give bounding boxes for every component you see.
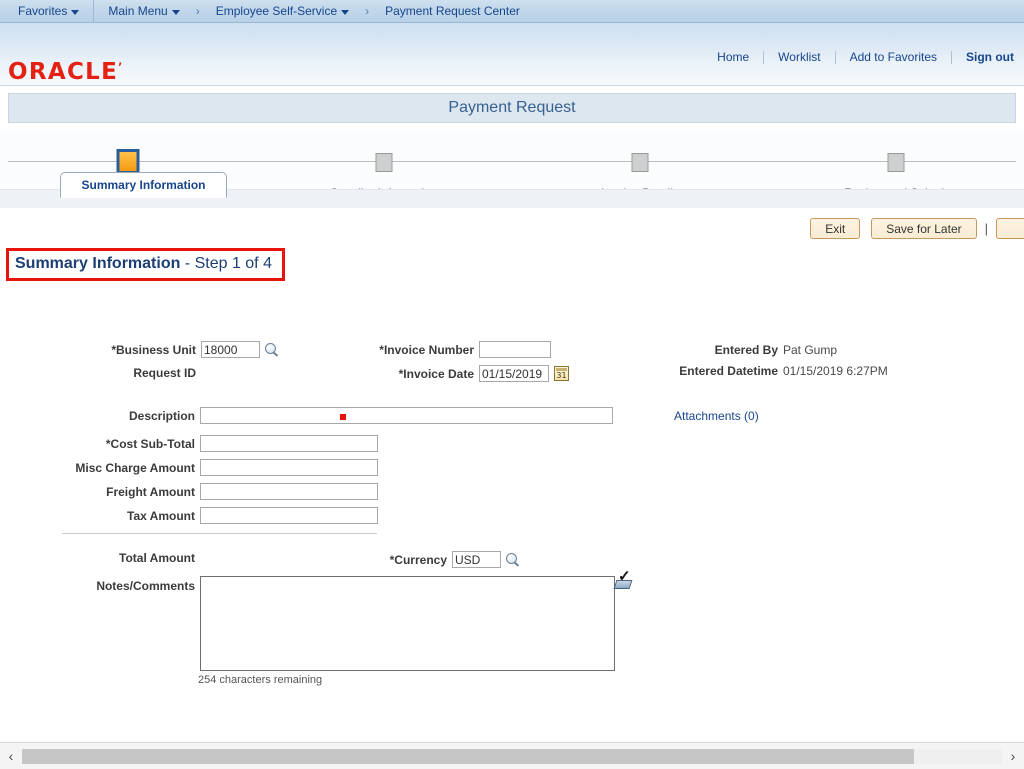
field-invoice-number: *Invoice Number <box>369 341 551 358</box>
chevron-down-icon <box>171 9 180 15</box>
invoice-number-input[interactable] <box>479 341 551 358</box>
business-unit-label: *Business Unit <box>111 342 196 357</box>
freight-input[interactable] <box>200 483 378 500</box>
scrollbar-thumb[interactable] <box>22 748 914 764</box>
oracle-logo: ORACLE’ <box>8 61 122 84</box>
main-menu[interactable]: Main Menu <box>100 4 187 18</box>
section-heading-highlight: Summary Information - Step 1 of 4 <box>6 248 285 281</box>
calendar-icon[interactable] <box>554 366 569 381</box>
currency-label: *Currency <box>389 552 447 567</box>
description-label: Description <box>128 408 195 423</box>
nav-divider <box>93 0 95 22</box>
step-marker-icon <box>631 153 649 172</box>
required-marker-icon <box>340 414 346 420</box>
cost-subtotal-input[interactable] <box>200 435 378 452</box>
train-band: Summary Information <box>0 172 1024 208</box>
invoice-date-label: *Invoice Date <box>398 366 474 381</box>
brand-header: ORACLE’ Home Worklist Add to Favorites S… <box>0 23 1024 86</box>
request-id-label: Request ID <box>133 366 196 380</box>
description-input[interactable] <box>200 407 613 424</box>
step-marker-icon <box>887 153 905 172</box>
notes-label: Notes/Comments <box>96 579 195 593</box>
breadcrumb-employee-self-service[interactable]: Employee Self-Service <box>208 4 357 18</box>
oracle-logo-text: ORACLE <box>8 59 119 85</box>
currency-input[interactable] <box>452 551 501 568</box>
spell-check-mark: ✓ <box>618 568 631 585</box>
home-link[interactable]: Home <box>703 50 763 64</box>
tab-label: Summary Information <box>81 178 206 192</box>
breadcrumb-chevron-icon: › <box>365 4 370 18</box>
freight-label: Freight Amount <box>106 484 195 499</box>
misc-charge-label: Misc Charge Amount <box>75 460 195 475</box>
field-entered-by: Entered By Pat Gump <box>700 343 837 357</box>
scrollbar-track[interactable] <box>22 748 1002 764</box>
notes-textarea[interactable] <box>200 576 615 671</box>
field-notes-comments: Notes/Comments ✓ <box>85 568 633 671</box>
field-request-id: Request ID <box>96 366 201 380</box>
characters-remaining: 254 characters remaining <box>198 674 323 686</box>
entered-by-label: Entered By <box>714 343 778 357</box>
tab-summary-information[interactable]: Summary Information <box>60 172 227 198</box>
train-connector-line <box>8 161 1016 162</box>
attachments-row: Attachments (0) <box>674 409 759 423</box>
field-total-amount: Total Amount <box>63 551 200 565</box>
page-title: Payment Request <box>448 99 576 116</box>
worklist-link[interactable]: Worklist <box>764 50 834 64</box>
save-for-later-button-top[interactable]: Save for Later <box>871 218 977 239</box>
toolbar-separator: | <box>984 221 988 236</box>
total-amount-label: Total Amount <box>119 551 195 565</box>
sign-out-link[interactable]: Sign out <box>952 50 1014 64</box>
breadcrumb-label-2: Payment Request Center <box>385 4 520 18</box>
summary-information-form: *Business Unit Request ID *Invoice Numbe… <box>0 301 1024 701</box>
favorites-menu[interactable]: Favorites <box>10 4 87 18</box>
add-to-favorites-link[interactable]: Add to Favorites <box>836 50 951 64</box>
field-cost-subtotal: *Cost Sub-Total <box>98 435 378 452</box>
chevron-down-icon <box>71 9 80 15</box>
invoice-date-input[interactable] <box>479 365 549 382</box>
field-tax-amount: Tax Amount <box>63 507 378 524</box>
cost-subtotal-label: *Cost Sub-Total <box>105 436 195 451</box>
totals-divider <box>62 533 377 534</box>
breadcrumb-label-1: Employee Self-Service <box>215 4 338 18</box>
spell-check-icon[interactable]: ✓ <box>613 568 633 589</box>
invoice-number-label: *Invoice Number <box>379 342 474 357</box>
field-invoice-date: *Invoice Date <box>369 365 569 382</box>
field-currency: *Currency <box>383 551 520 568</box>
search-icon[interactable] <box>506 552 520 567</box>
step-marker-active-icon <box>116 149 140 174</box>
section-heading-title: Summary Information <box>15 255 181 272</box>
toolbar-top: Exit Save for Later | Next <box>0 218 1024 239</box>
scroll-left-arrow-icon[interactable]: ‹ <box>0 748 22 764</box>
tax-input[interactable] <box>200 507 378 524</box>
search-icon[interactable] <box>265 342 279 357</box>
main-menu-label: Main Menu <box>108 4 168 18</box>
favorites-label: Favorites <box>18 4 68 18</box>
entered-datetime-label: Entered Datetime <box>679 364 778 378</box>
exit-button-top[interactable]: Exit <box>810 218 861 239</box>
scroll-right-arrow-icon[interactable]: › <box>1002 748 1024 764</box>
horizontal-scrollbar[interactable]: ‹ › <box>0 742 1024 769</box>
tax-label: Tax Amount <box>127 508 195 523</box>
field-entered-datetime: Entered Datetime 01/15/2019 6:27PM <box>666 364 888 378</box>
business-unit-input[interactable] <box>201 341 260 358</box>
oracle-logo-tick: ’ <box>118 60 123 74</box>
field-business-unit: *Business Unit <box>96 341 279 358</box>
field-misc-charge-amount: Misc Charge Amount <box>63 459 378 476</box>
next-button-top[interactable]: Next <box>996 218 1024 239</box>
page-title-bar: Payment Request <box>8 93 1016 123</box>
field-freight-amount: Freight Amount <box>63 483 378 500</box>
entered-datetime-value: 01/15/2019 6:27PM <box>783 364 888 378</box>
breadcrumb-nav-bar: Favorites Main Menu › Employee Self-Serv… <box>0 0 1024 23</box>
misc-charge-input[interactable] <box>200 459 378 476</box>
step-marker-icon <box>375 153 393 172</box>
field-description: Description <box>115 407 613 424</box>
entered-by-value: Pat Gump <box>783 343 838 357</box>
chevron-down-icon <box>341 9 350 15</box>
breadcrumb-payment-request-center[interactable]: Payment Request Center <box>377 4 528 18</box>
section-heading-step: - Step 1 of 4 <box>180 255 272 272</box>
attachments-link[interactable]: Attachments (0) <box>674 409 759 423</box>
header-links: Home Worklist Add to Favorites Sign out <box>703 50 1014 64</box>
breadcrumb-chevron-icon: › <box>195 4 200 18</box>
